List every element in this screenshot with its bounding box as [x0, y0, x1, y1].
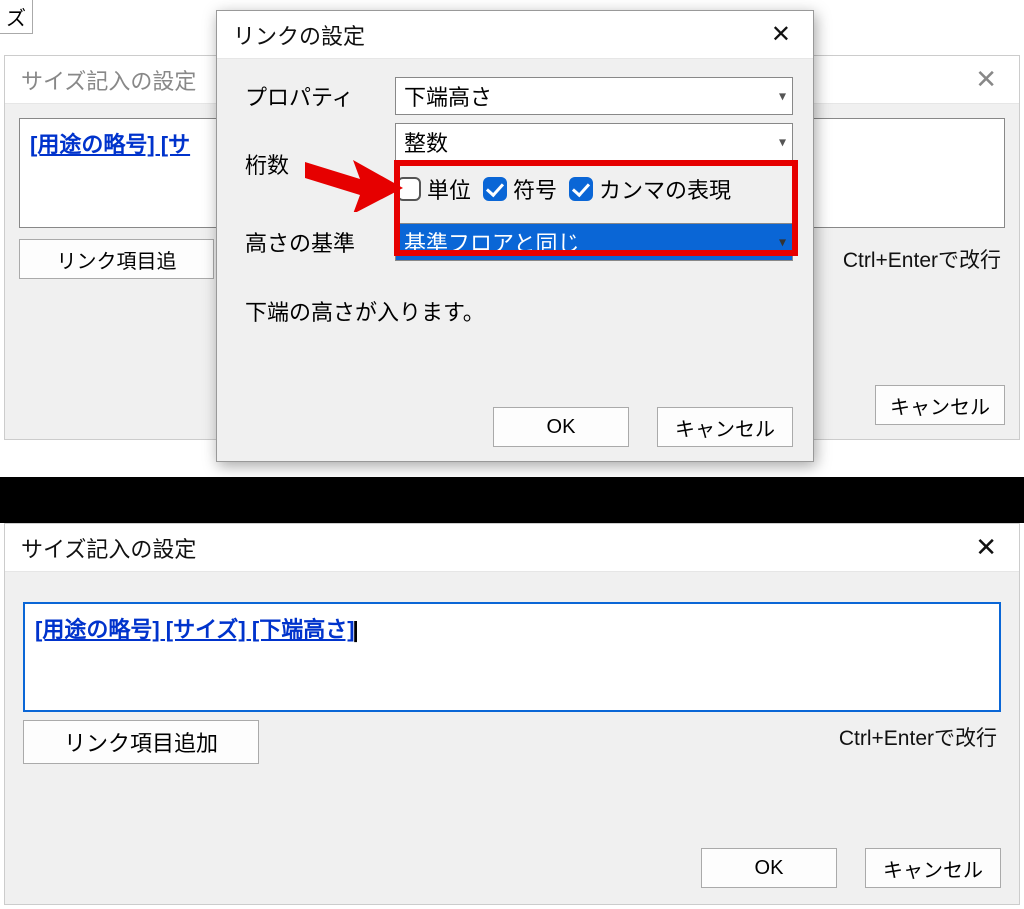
ok-button[interactable]: OK	[493, 407, 629, 447]
link-description: 下端の高さが入ります。	[245, 295, 793, 327]
chevron-down-icon: ▾	[779, 88, 786, 105]
heightref-label: 高さの基準	[245, 226, 395, 258]
property-label: プロパティ	[245, 80, 395, 112]
sign-label: 符号	[513, 173, 557, 205]
unit-checkbox[interactable]: 単位	[397, 173, 471, 205]
close-icon[interactable]: ✕	[761, 20, 801, 49]
property-select[interactable]: 下端高さ ▾	[395, 77, 793, 115]
arrow-icon	[305, 152, 405, 212]
size-dialog-title: サイズ記入の設定	[21, 64, 196, 96]
chevron-down-icon: ▾	[779, 134, 786, 151]
size-dialog-titlebar-bottom: サイズ記入の設定 ✕	[5, 524, 1019, 572]
heightref-value: 基準フロアと同じ	[404, 226, 580, 258]
corner-fragment: ズ	[0, 0, 33, 34]
cancel-button-back[interactable]: キャンセル	[875, 385, 1005, 425]
link-token-bottom: [用途の略号] [サイズ] [下端高さ]	[35, 617, 359, 642]
link-dialog-title: リンクの設定	[233, 19, 365, 51]
newline-hint-back: Ctrl+Enterで改行	[843, 244, 1001, 274]
unit-label: 単位	[427, 173, 471, 205]
comma-checkbox[interactable]: カンマの表現	[569, 173, 731, 205]
cancel-button-bottom[interactable]: キャンセル	[865, 848, 1001, 888]
format-textbox-bottom[interactable]: [用途の略号] [サイズ] [下端高さ]	[23, 602, 1001, 712]
link-dialog-titlebar: リンクの設定 ✕	[217, 11, 813, 59]
newline-hint-bottom: Ctrl+Enterで改行	[839, 722, 997, 752]
add-link-button-bottom[interactable]: リンク項目追加	[23, 720, 259, 764]
size-dialog-title-bottom: サイズ記入の設定	[21, 532, 196, 564]
add-link-button-back[interactable]: リンク項目追	[19, 239, 214, 279]
close-icon[interactable]: ✕	[965, 532, 1007, 563]
cancel-button[interactable]: キャンセル	[657, 407, 793, 447]
size-entry-dialog-bottom: サイズ記入の設定 ✕ [用途の略号] [サイズ] [下端高さ] リンク項目追加 …	[4, 523, 1020, 905]
link-settings-dialog: リンクの設定 ✕ プロパティ 下端高さ ▾ 桁数 整数 ▾	[216, 10, 814, 462]
separator-bar	[0, 477, 1024, 523]
property-value: 下端高さ	[404, 80, 492, 112]
digits-select[interactable]: 整数 ▾	[395, 123, 793, 161]
chevron-down-icon: ▾	[779, 234, 786, 251]
close-icon[interactable]: ✕	[965, 64, 1007, 95]
ok-button-bottom[interactable]: OK	[701, 848, 837, 888]
link-token-back: [用途の略号] [サ	[30, 132, 190, 157]
comma-label: カンマの表現	[599, 173, 731, 205]
heightref-select[interactable]: 基準フロアと同じ ▾	[395, 223, 793, 261]
sign-checkbox[interactable]: 符号	[483, 173, 557, 205]
digits-value: 整数	[404, 126, 448, 158]
